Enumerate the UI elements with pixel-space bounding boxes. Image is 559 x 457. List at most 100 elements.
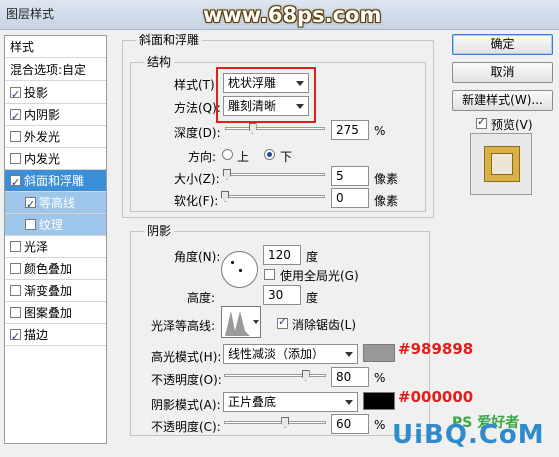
highlight-opacity-input[interactable]: 80 (331, 367, 369, 387)
gloss-contour-picker[interactable] (221, 306, 261, 338)
style-item-label: 投影 (24, 86, 49, 100)
highlight-mode-label: 高光模式(H): (151, 350, 222, 364)
direction-up-label: 上 (237, 150, 250, 164)
direction-label: 方向: (188, 150, 217, 164)
shadow-color-annotation: #000000 (398, 388, 474, 406)
size-slider[interactable] (225, 173, 325, 176)
style-item-checkbox[interactable] (10, 241, 21, 252)
style-item-label: 斜面和浮雕 (24, 174, 85, 188)
new-style-button[interactable]: 新建样式(W)... (452, 90, 553, 111)
style-item-checkbox[interactable] (25, 219, 36, 230)
style-item-checkbox[interactable] (10, 131, 21, 142)
cancel-button[interactable]: 取消 (452, 62, 553, 83)
style-item-label: 颜色叠加 (24, 262, 73, 276)
styles-list: 样式 混合选项:自定 投影内阴影外发光内发光斜面和浮雕等高线纹理光泽颜色叠加渐变… (4, 35, 107, 444)
highlight-color-annotation: #989898 (398, 340, 474, 358)
style-item-label: 内阴影 (24, 108, 61, 122)
style-item-label: 描边 (24, 328, 49, 342)
window-title: 图层样式 (6, 7, 55, 21)
shadow-mode-select[interactable]: 正片叠底 (223, 392, 358, 412)
altitude-unit: 度 (306, 291, 319, 305)
chevron-down-icon (345, 400, 353, 405)
highlight-mode-select[interactable]: 线性减淡（添加） (223, 344, 358, 364)
angle-input[interactable]: 120 (263, 245, 301, 265)
angle-dial-pointer (239, 269, 242, 272)
soften-slider[interactable] (225, 195, 325, 198)
style-item[interactable]: 内发光 (5, 148, 106, 170)
angle-dial[interactable] (221, 251, 258, 288)
style-item-checkbox[interactable] (10, 106, 21, 128)
style-item-checkbox[interactable] (10, 153, 21, 164)
altitude-input[interactable]: 30 (263, 285, 301, 305)
shadow-opacity-label: 不透明度(C): (151, 420, 221, 434)
shadow-mode-value: 正片叠底 (228, 395, 277, 409)
soften-unit: 像素 (374, 194, 399, 208)
style-item-label: 内发光 (24, 152, 61, 166)
style-item-checkbox[interactable] (25, 194, 36, 216)
global-light-label: 使用全局光(G) (280, 269, 359, 283)
shadow-mode-label: 阴影模式(A): (151, 398, 221, 412)
style-item[interactable]: 颜色叠加 (5, 258, 106, 280)
style-preview (470, 133, 532, 195)
technique-label: 方法(Q): (174, 101, 221, 115)
depth-slider[interactable] (225, 127, 325, 130)
style-item[interactable]: 投影 (5, 82, 106, 106)
depth-label: 深度(D): (174, 126, 221, 140)
highlight-opacity-unit: % (374, 371, 386, 385)
highlight-opacity-label: 不透明度(O): (151, 373, 222, 387)
shadow-opacity-slider[interactable] (224, 421, 326, 424)
styles-header: 样式 (5, 36, 106, 58)
style-item[interactable]: 描边 (5, 324, 106, 348)
style-label: 样式(T): (174, 78, 219, 92)
style-item[interactable]: 等高线 (5, 192, 106, 216)
gloss-contour-label: 光泽等高线: (151, 319, 216, 333)
style-item-checkbox[interactable] (10, 172, 21, 194)
style-item[interactable]: 渐变叠加 (5, 280, 106, 302)
preview-checkbox[interactable] (476, 115, 487, 129)
direction-down-radio[interactable] (264, 149, 275, 160)
style-item[interactable]: 斜面和浮雕 (5, 170, 106, 194)
style-item[interactable]: 内阴影 (5, 104, 106, 128)
direction-down-label: 下 (280, 150, 293, 164)
style-item-label: 图案叠加 (24, 306, 73, 320)
style-item-label: 外发光 (24, 130, 61, 144)
soften-input[interactable]: 0 (331, 188, 369, 208)
highlight-color-swatch[interactable] (363, 344, 395, 362)
angle-unit: 度 (306, 250, 319, 264)
style-item-checkbox[interactable] (10, 84, 21, 106)
style-item-checkbox[interactable] (10, 285, 21, 296)
shadow-color-swatch[interactable] (363, 392, 395, 410)
anti-alias-checkbox[interactable] (277, 315, 288, 329)
size-input[interactable]: 5 (331, 166, 369, 186)
style-item[interactable]: 图案叠加 (5, 302, 106, 324)
angle-label: 角度(N): (174, 250, 221, 264)
size-label: 大小(Z): (174, 172, 220, 186)
shadow-opacity-unit: % (374, 418, 386, 432)
style-item[interactable]: 光泽 (5, 236, 106, 258)
preview-label: 预览(V) (491, 118, 533, 132)
style-item[interactable]: 外发光 (5, 126, 106, 148)
style-item-label: 光泽 (24, 240, 49, 254)
global-light-checkbox[interactable] (264, 269, 275, 280)
ok-button[interactable]: 确定 (452, 34, 553, 55)
style-item-checkbox[interactable] (10, 307, 21, 318)
soften-label: 软化(F): (174, 194, 219, 208)
highlight-box (216, 67, 316, 123)
highlight-opacity-slider[interactable] (224, 374, 326, 377)
angle-dial-mark (231, 261, 234, 264)
style-item-checkbox[interactable] (10, 263, 21, 274)
style-item-label: 等高线 (39, 196, 76, 210)
contour-curve-icon (225, 311, 250, 336)
direction-up-radio[interactable] (222, 149, 233, 160)
preview-frame (485, 147, 519, 181)
highlight-mode-value: 线性减淡（添加） (228, 347, 325, 361)
shading-title: 阴影 (144, 222, 175, 239)
watermark-bottom: UiBQ.CoM (392, 420, 545, 450)
depth-input[interactable]: 275 (331, 120, 369, 140)
altitude-label: 高度: (187, 291, 216, 305)
style-item[interactable]: 纹理 (5, 214, 106, 236)
chevron-down-icon (253, 320, 259, 324)
shadow-opacity-input[interactable]: 60 (331, 414, 369, 434)
style-item-checkbox[interactable] (10, 326, 21, 348)
blend-options-item[interactable]: 混合选项:自定 (5, 59, 106, 81)
